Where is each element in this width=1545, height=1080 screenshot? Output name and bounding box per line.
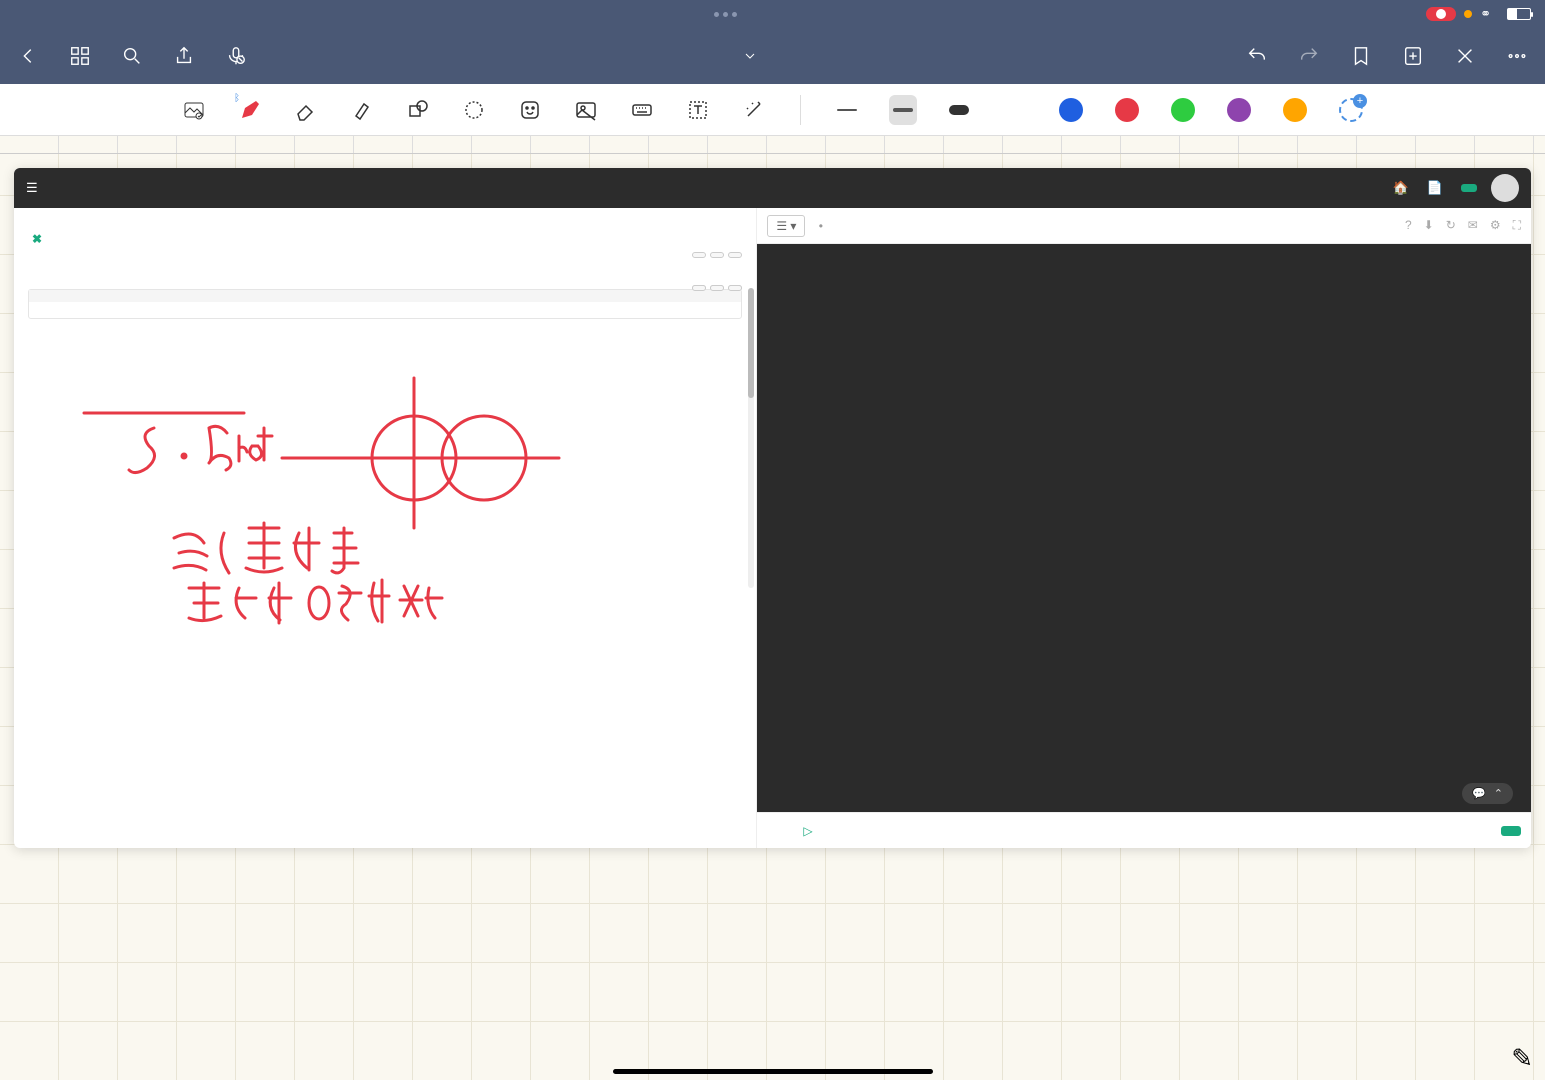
contest-home-link[interactable]: 🏠	[1393, 180, 1413, 196]
mic-indicator	[1464, 10, 1472, 18]
eraser-tool[interactable]	[292, 95, 320, 125]
search-icon[interactable]	[120, 44, 144, 68]
copy-button[interactable]	[710, 252, 724, 258]
desc-text	[28, 256, 742, 279]
magic-tool[interactable]	[740, 95, 768, 125]
refresh-icon[interactable]: ↻	[1446, 218, 1456, 233]
translate-button[interactable]	[728, 285, 742, 291]
code-editor[interactable]	[757, 244, 1531, 812]
grid-icon[interactable]	[68, 44, 92, 68]
embedded-page: ☰ 🏠 📄 ✖	[14, 168, 1531, 848]
nav-bar	[0, 28, 1545, 84]
keyboard-tool[interactable]	[628, 95, 656, 125]
image-insert-tool[interactable]	[180, 95, 208, 125]
share-icon[interactable]	[172, 44, 196, 68]
copy-button[interactable]	[710, 285, 724, 291]
stroke-thick[interactable]	[945, 95, 973, 125]
color-red[interactable]	[1113, 95, 1141, 125]
home-indicator[interactable]	[613, 1069, 933, 1074]
lasso-tool[interactable]	[460, 95, 488, 125]
markdown-button[interactable]	[692, 252, 706, 258]
color-black[interactable]	[1001, 95, 1029, 125]
page-header: ☰ 🏠 📄	[14, 168, 1531, 208]
desc-title: ✖	[28, 232, 742, 246]
color-purple[interactable]	[1225, 95, 1253, 125]
mic-off-icon[interactable]	[224, 44, 248, 68]
page-title[interactable]	[739, 51, 755, 61]
pen-tool[interactable]: ᛒ	[236, 95, 264, 125]
markdown-button[interactable]	[692, 285, 706, 291]
code-panel: ☰ ▾ • ? ⬇ ↻ ✉ ⚙ ⛶ 💬 ⌃	[757, 208, 1531, 848]
run-button[interactable]: ▷	[803, 824, 816, 838]
recording-indicator[interactable]	[1426, 7, 1456, 21]
battery-icon	[1507, 8, 1531, 20]
submit-button[interactable]	[1501, 826, 1521, 836]
status-bar: ⚭	[0, 0, 1545, 28]
camera-indicator	[714, 12, 737, 17]
highlighter-tool[interactable]	[348, 95, 376, 125]
shape-tool[interactable]	[404, 95, 432, 125]
tool-bar: ᛒ	[0, 84, 1545, 136]
fullscreen-icon[interactable]: ⛶	[1513, 218, 1521, 233]
more-icon[interactable]	[1505, 44, 1529, 68]
color-add[interactable]	[1337, 95, 1365, 125]
scrollbar[interactable]	[748, 288, 754, 588]
settings-icon[interactable]: ⚙	[1490, 218, 1501, 233]
note-icon[interactable]: ✉	[1468, 218, 1478, 233]
close-icon[interactable]	[1453, 44, 1477, 68]
bookmark-icon[interactable]	[1349, 44, 1373, 68]
stroke-medium[interactable]	[889, 95, 917, 125]
back-icon[interactable]	[16, 44, 40, 68]
undo-icon[interactable]	[1245, 44, 1269, 68]
pencil-corner-icon[interactable]: ✎	[1511, 1043, 1533, 1074]
download-icon[interactable]: ⬇	[1424, 218, 1434, 233]
language-select[interactable]: ☰ ▾	[767, 215, 805, 237]
redo-icon[interactable]	[1297, 44, 1321, 68]
stroke-thin[interactable]	[833, 95, 861, 125]
color-blue[interactable]	[1057, 95, 1085, 125]
settings-button[interactable]	[1461, 184, 1477, 192]
text-tool[interactable]	[684, 95, 712, 125]
canvas[interactable]: ☰ 🏠 📄 ✖	[0, 154, 1545, 1080]
sticker-tool[interactable]	[516, 95, 544, 125]
translate-button[interactable]	[728, 252, 742, 258]
color-orange[interactable]	[1281, 95, 1309, 125]
sample-input-box	[28, 289, 742, 319]
color-green[interactable]	[1169, 95, 1197, 125]
problem-panel[interactable]: ✖	[14, 208, 757, 848]
my-submissions-link[interactable]: 📄	[1427, 180, 1447, 196]
mode-label: •	[819, 219, 823, 233]
chat-button[interactable]: 💬 ⌃	[1462, 783, 1513, 804]
add-page-icon[interactable]	[1401, 44, 1425, 68]
avatar[interactable]	[1491, 174, 1519, 202]
chevron-down-icon	[745, 51, 755, 61]
help-icon[interactable]: ?	[1405, 218, 1412, 233]
photo-tool[interactable]	[572, 95, 600, 125]
menu-icon[interactable]: ☰	[26, 180, 38, 196]
link-icon: ⚭	[1480, 6, 1491, 22]
ruler	[0, 136, 1545, 154]
